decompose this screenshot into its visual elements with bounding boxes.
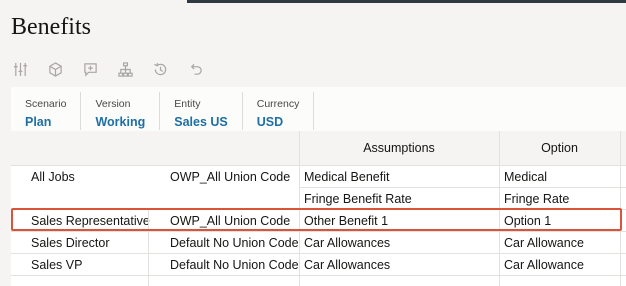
union-cell[interactable]: Default No Union Code: [166, 254, 300, 276]
option-cell[interactable]: Medical: [500, 166, 620, 188]
table-row: Fringe Benefit Rate Fringe Rate: [11, 188, 626, 210]
grid-corner-cell: [11, 131, 299, 165]
option-cell[interactable]: Fringe Rate: [500, 188, 620, 210]
union-cell[interactable]: OWP_All Union Code: [166, 166, 300, 188]
table-row: All Jobs OWP_All Union Code Medical Bene…: [11, 166, 626, 188]
option-cell[interactable]: Car Allowance: [500, 254, 620, 276]
assumption-cell[interactable]: Car Allowances: [300, 232, 499, 254]
top-bar: [0, 0, 626, 4]
pov-scenario[interactable]: Scenario Plan: [11, 92, 82, 130]
table-row: Sales Director Default No Union Code Car…: [11, 232, 626, 254]
add-comment-icon[interactable]: [81, 60, 99, 78]
pov-entity[interactable]: Entity Sales US: [160, 92, 243, 130]
page-title: Benefits: [11, 14, 91, 40]
pov-version[interactable]: Version Working: [81, 92, 161, 130]
sliders-icon[interactable]: [11, 60, 29, 78]
pov-version-label: Version: [95, 98, 131, 110]
option-cell[interactable]: Car Allowance: [500, 232, 620, 254]
job-cell[interactable]: Sales VP: [27, 254, 163, 276]
toolbar: [11, 60, 221, 78]
job-cell[interactable]: Sales Director: [27, 232, 163, 254]
table-row: Sales VP Default No Union Code Car Allow…: [11, 254, 626, 276]
history-icon[interactable]: [151, 60, 169, 78]
grid-line: [11, 275, 626, 276]
job-cell[interactable]: [27, 188, 163, 210]
cube-icon[interactable]: [46, 60, 64, 78]
grid-line: [11, 165, 626, 166]
pov-entity-label: Entity: [174, 98, 201, 110]
pov-scenario-value[interactable]: Plan: [25, 115, 66, 129]
header-option[interactable]: Option: [499, 131, 620, 165]
undo-icon[interactable]: [186, 60, 204, 78]
grid-header-row: Assumptions Option: [11, 131, 626, 165]
union-cell[interactable]: Default No Union Code: [166, 232, 300, 254]
assumption-cell[interactable]: Medical Benefit: [300, 166, 499, 188]
grid-line: [299, 187, 626, 188]
job-cell[interactable]: All Jobs: [27, 166, 163, 188]
pov-entity-value[interactable]: Sales US: [174, 115, 228, 129]
pov-scenario-label: Scenario: [25, 98, 67, 110]
hierarchy-icon[interactable]: [116, 60, 134, 78]
grid-line: [11, 231, 626, 232]
pov-currency-value[interactable]: USD: [257, 115, 300, 129]
assumption-cell[interactable]: Fringe Benefit Rate: [300, 188, 499, 210]
grid-line: [11, 253, 626, 254]
assumption-cell[interactable]: Car Allowances: [300, 254, 499, 276]
union-cell[interactable]: [166, 188, 300, 210]
pov-bar: Scenario Plan Version Working Entity Sal…: [11, 87, 626, 132]
data-grid: Assumptions Option All Jobs OWP_All Unio…: [11, 131, 626, 286]
row-highlight: [11, 208, 622, 231]
header-assumptions[interactable]: Assumptions: [299, 131, 499, 165]
top-bar-accent: [187, 0, 626, 3]
pov-version-value[interactable]: Working: [95, 115, 145, 129]
pov-currency[interactable]: Currency USD: [243, 92, 315, 130]
pov-currency-label: Currency: [256, 98, 300, 110]
